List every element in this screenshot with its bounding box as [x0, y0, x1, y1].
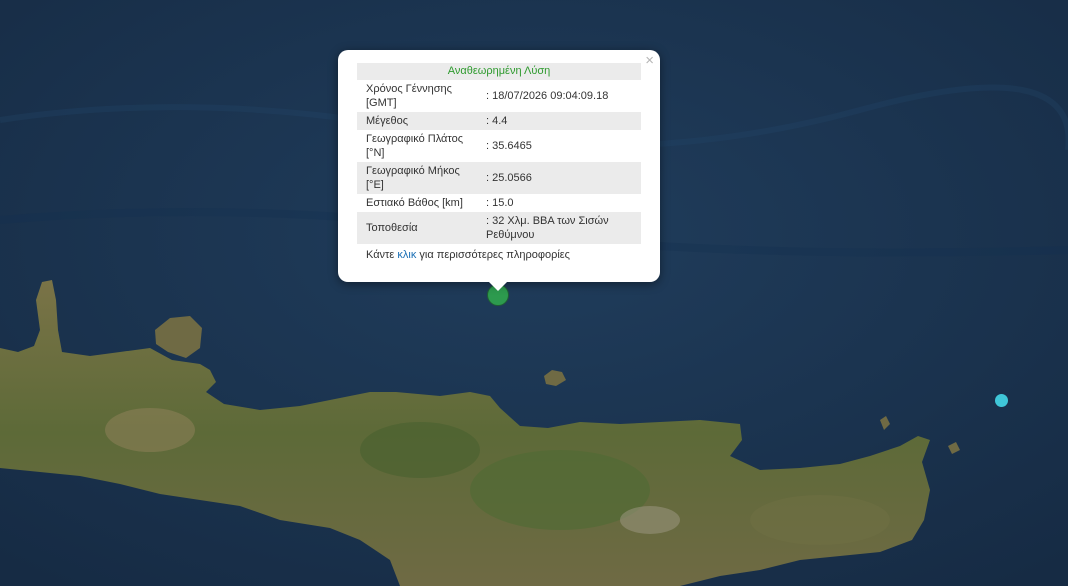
info-table: Χρόνος Γέννησης [GMT] : 18/07/2026 09:04…	[357, 80, 641, 244]
more-info-link[interactable]: κλικ	[397, 249, 416, 261]
row-value-magnitude: : 4.4	[477, 112, 641, 130]
row-label-depth: Εστιακό Βάθος [km]	[366, 197, 463, 209]
table-row: Μέγεθος : 4.4	[357, 112, 641, 130]
row-value-longitude: : 25.0566	[477, 162, 641, 194]
row-value-origin-time: : 18/07/2026 09:04:09.18	[486, 90, 609, 102]
more-info-line: Κάντε κλικ για περισσότερες πληροφορίες	[357, 244, 641, 261]
close-icon[interactable]: ×	[645, 53, 654, 69]
row-label-origin-time: Χρόνος Γέννησης [GMT]	[366, 83, 452, 109]
row-value-location: : 32 Χλμ. ΒΒΑ των Σισών Ρεθύμνου	[477, 212, 641, 244]
table-row: Χρόνος Γέννησης [GMT] : 18/07/2026 09:04…	[357, 80, 641, 112]
row-label-longitude: Γεωγραφικό Μήκος [°E]	[357, 162, 477, 194]
table-row: Εστιακό Βάθος [km] : 15.0	[357, 194, 641, 212]
more-info-suffix: για περισσότερες πληροφορίες	[416, 249, 570, 261]
map-view[interactable]: × Αναθεωρημένη Λύση Χρόνος Γέννησης [GMT…	[0, 0, 1068, 586]
more-info-prefix: Κάντε	[366, 249, 398, 261]
table-row: Γεωγραφικό Μήκος [°E] : 25.0566	[357, 162, 641, 194]
table-row: Τοποθεσία : 32 Χλμ. ΒΒΑ των Σισών Ρεθύμν…	[357, 212, 641, 244]
table-row: Γεωγραφικό Πλάτος [°N] : 35.6465	[357, 130, 641, 162]
popup-title: Αναθεωρημένη Λύση	[357, 63, 641, 80]
earthquake-marker-secondary[interactable]	[995, 394, 1008, 407]
row-value-latitude: : 35.6465	[486, 140, 532, 152]
row-label-magnitude: Μέγεθος	[357, 112, 477, 130]
earthquake-info-popup: × Αναθεωρημένη Λύση Χρόνος Γέννησης [GMT…	[338, 50, 660, 291]
popup-pointer	[488, 281, 508, 291]
row-value-depth: : 15.0	[486, 197, 514, 209]
row-label-latitude: Γεωγραφικό Πλάτος [°N]	[366, 133, 464, 159]
row-label-location: Τοποθεσία	[357, 212, 477, 244]
